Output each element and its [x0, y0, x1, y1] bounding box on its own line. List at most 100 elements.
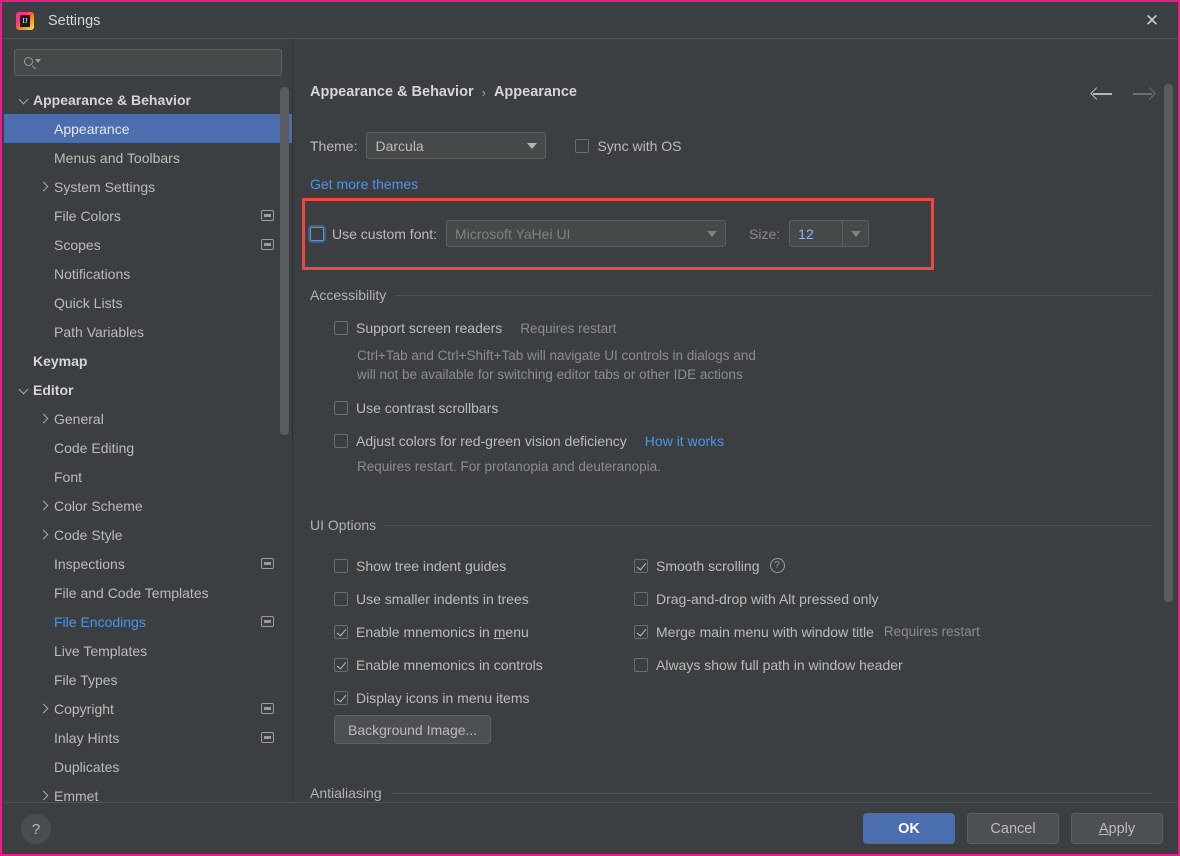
- drag-and-drop-with-alt-pressed-only-checkbox[interactable]: Drag-and-drop with Alt pressed only: [634, 591, 879, 607]
- chevron-right-icon[interactable]: [34, 182, 54, 191]
- apply-button[interactable]: Apply: [1071, 813, 1163, 844]
- sidebar-item-appearance-behavior[interactable]: Appearance & Behavior: [4, 85, 292, 114]
- always-show-full-path-in-window-header-checkbox[interactable]: Always show full path in window header: [634, 657, 903, 673]
- sidebar-item-file-and-code-templates[interactable]: File and Code Templates: [4, 578, 292, 607]
- sidebar-item-path-variables[interactable]: Path Variables: [4, 317, 292, 346]
- checkbox-box[interactable]: [634, 591, 648, 606]
- sidebar-item-keymap[interactable]: Keymap: [4, 346, 292, 375]
- close-icon[interactable]: ✕: [1132, 4, 1172, 38]
- chevron-right-icon[interactable]: [34, 704, 54, 713]
- help-icon[interactable]: ?: [769, 558, 785, 573]
- sidebar-item-code-style[interactable]: Code Style: [4, 520, 292, 549]
- checkbox-box[interactable]: [334, 690, 348, 705]
- sidebar-item-system-settings[interactable]: System Settings: [4, 172, 292, 201]
- chevron-down-icon[interactable]: [13, 95, 33, 104]
- theme-select[interactable]: Darcula: [366, 132, 547, 159]
- use-contrast-scrollbars-checkbox[interactable]: Use contrast scrollbars: [334, 400, 498, 416]
- smooth-scrolling-checkbox[interactable]: Smooth scrolling: [634, 558, 760, 574]
- checkbox-box[interactable]: [634, 624, 648, 639]
- checkbox-box[interactable]: [334, 434, 348, 448]
- sidebar-item-general[interactable]: General: [4, 404, 292, 433]
- chevron-right-icon[interactable]: [34, 414, 54, 423]
- sidebar-scrollbar-thumb[interactable]: [280, 87, 289, 435]
- main-scrollbar-thumb[interactable]: [1164, 84, 1173, 602]
- how-it-works-link[interactable]: How it works: [645, 433, 724, 449]
- sidebar-item-quick-lists[interactable]: Quick Lists: [4, 288, 292, 317]
- sidebar-item-font[interactable]: Font: [4, 462, 292, 491]
- sidebar-item-emmet[interactable]: Emmet: [4, 781, 292, 803]
- background-image-button[interactable]: Background Image...: [334, 715, 492, 744]
- ui-option-label: Show tree indent guides: [356, 557, 507, 574]
- enable-mnemonics-in-controls-checkbox[interactable]: Enable mnemonics in controls: [334, 657, 543, 673]
- sync-with-os-checkbox[interactable]: Sync with OS: [575, 138, 682, 154]
- chevron-right-icon[interactable]: [34, 530, 54, 539]
- checkbox-box[interactable]: [634, 657, 648, 672]
- checkbox-box[interactable]: [575, 138, 590, 153]
- ok-button[interactable]: OK: [863, 813, 955, 844]
- search-icon[interactable]: [24, 56, 41, 70]
- checkbox-box[interactable]: [310, 226, 324, 241]
- sidebar-item-label: Duplicates: [54, 758, 120, 775]
- sidebar-item-editor[interactable]: Editor: [4, 375, 292, 404]
- chevron-right-icon[interactable]: [34, 501, 54, 510]
- checkbox-box[interactable]: [334, 591, 348, 606]
- chevron-right-icon[interactable]: [34, 791, 54, 800]
- help-icon[interactable]: ?: [21, 814, 51, 844]
- get-more-themes-link[interactable]: Get more themes: [310, 176, 418, 192]
- ui-option-label: Always show full path in window header: [656, 656, 903, 673]
- support-screen-readers-checkbox[interactable]: Support screen readers: [334, 320, 502, 336]
- ui-options-section-header: UI Options: [310, 517, 1153, 533]
- adjust-colors-checkbox[interactable]: Adjust colors for red-green vision defic…: [334, 433, 627, 449]
- checkbox-box[interactable]: [334, 657, 348, 672]
- sidebar-item-color-scheme[interactable]: Color Scheme: [4, 491, 292, 520]
- adjust-colors-note: Requires restart. For protanopia and deu…: [357, 459, 661, 474]
- footer-buttons: OK Cancel Apply: [863, 813, 1163, 844]
- screen-readers-help-line-2: will not be available for switching edit…: [357, 367, 743, 382]
- sidebar-item-inlay-hints[interactable]: Inlay Hints: [4, 723, 292, 752]
- checkbox-box[interactable]: [334, 558, 348, 573]
- sidebar-item-live-templates[interactable]: Live Templates: [4, 636, 292, 665]
- sidebar-item-file-colors[interactable]: File Colors: [4, 201, 292, 230]
- search-input[interactable]: [40, 55, 281, 70]
- chevron-down-icon[interactable]: [842, 221, 868, 246]
- accessibility-section-header: Accessibility: [310, 287, 1153, 303]
- font-size-spinner[interactable]: 12: [789, 220, 870, 247]
- use-custom-font-checkbox[interactable]: Use custom font:: [310, 226, 437, 242]
- sidebar-item-menus-and-toolbars[interactable]: Menus and Toolbars: [4, 143, 292, 172]
- sidebar-item-duplicates[interactable]: Duplicates: [4, 752, 292, 781]
- checkbox-box[interactable]: [334, 624, 348, 639]
- sidebar-item-copyright[interactable]: Copyright: [4, 694, 292, 723]
- ui-option-label: Drag-and-drop with Alt pressed only: [656, 590, 879, 607]
- font-family-select[interactable]: Microsoft YaHei UI: [446, 220, 727, 247]
- sidebar-item-file-encodings[interactable]: File Encodings: [4, 607, 292, 636]
- display-icons-in-menu-items-checkbox[interactable]: Display icons in menu items: [334, 690, 530, 706]
- use-smaller-indents-in-trees-checkbox[interactable]: Use smaller indents in trees: [334, 591, 529, 607]
- search-box[interactable]: [14, 49, 282, 76]
- sidebar-item-appearance[interactable]: Appearance: [4, 114, 292, 143]
- project-scope-icon: [261, 732, 274, 743]
- checkbox-box[interactable]: [334, 401, 348, 415]
- arrow-left-icon[interactable]: [1090, 83, 1116, 105]
- sidebar-item-notifications[interactable]: Notifications: [4, 259, 292, 288]
- font-size-value[interactable]: 12: [790, 221, 842, 246]
- sidebar-item-code-editing[interactable]: Code Editing: [4, 433, 292, 462]
- chevron-down-icon[interactable]: [13, 385, 33, 394]
- cancel-button[interactable]: Cancel: [967, 813, 1059, 844]
- theme-row: Theme: Darcula Sync with OS: [310, 132, 682, 159]
- breadcrumb-parent[interactable]: Appearance & Behavior: [310, 84, 474, 100]
- ui-option-row: Enable mnemonics in controls: [334, 648, 543, 681]
- checkbox-box[interactable]: [334, 321, 348, 335]
- arrow-right-icon[interactable]: [1130, 83, 1156, 105]
- sidebar-item-scopes[interactable]: Scopes: [4, 230, 292, 259]
- ui-option-row: Merge main menu with window title Require…: [634, 615, 980, 648]
- enable-mnemonics-in-menu-checkbox[interactable]: Enable mnemonics in menu: [334, 624, 529, 640]
- sidebar-item-inspections[interactable]: Inspections: [4, 549, 292, 578]
- breadcrumb-current: Appearance: [493, 84, 577, 100]
- show-tree-indent-guides-checkbox[interactable]: Show tree indent guides: [334, 558, 506, 574]
- sidebar-item-file-types[interactable]: File Types: [4, 665, 292, 694]
- adjust-colors-label: Adjust colors for red-green vision defic…: [356, 433, 627, 449]
- checkbox-box[interactable]: [634, 558, 648, 573]
- merge-main-menu-with-window-title-checkbox[interactable]: Merge main menu with window title: [634, 624, 874, 640]
- ui-option-label: Merge main menu with window title: [656, 623, 874, 640]
- theme-value: Darcula: [375, 137, 424, 154]
